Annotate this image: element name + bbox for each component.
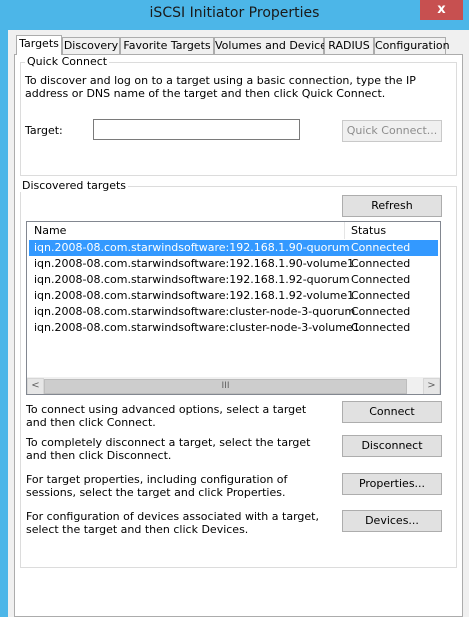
devices-description: For configuration of devices associated … bbox=[26, 510, 319, 536]
target-status: Connected bbox=[351, 321, 411, 334]
targets-list[interactable]: Name Status iqn.2008-08.com.starwindsoft… bbox=[26, 221, 441, 395]
quick-connect-button[interactable]: Quick Connect... bbox=[342, 120, 442, 142]
tab-discovery[interactable]: Discovery bbox=[62, 37, 120, 54]
column-header-status[interactable]: Status bbox=[351, 224, 386, 237]
column-separator[interactable] bbox=[344, 222, 345, 239]
close-button[interactable]: x bbox=[420, 0, 463, 20]
target-row[interactable]: iqn.2008-08.com.starwindsoftware:cluster… bbox=[29, 320, 438, 336]
target-row[interactable]: iqn.2008-08.com.starwindsoftware:192.168… bbox=[29, 272, 438, 288]
target-input[interactable] bbox=[93, 119, 300, 140]
target-name: iqn.2008-08.com.starwindsoftware:cluster… bbox=[34, 305, 356, 318]
close-icon: x bbox=[437, 2, 446, 17]
title-bar[interactable]: iSCSI Initiator Properties x bbox=[0, 0, 469, 30]
scroll-thumb[interactable]: III bbox=[44, 379, 407, 394]
column-header-name[interactable]: Name bbox=[34, 224, 66, 237]
discovered-targets-group-label: Discovered targets bbox=[20, 179, 129, 192]
scroll-right-icon[interactable]: > bbox=[423, 378, 440, 394]
target-name: iqn.2008-08.com.starwindsoftware:192.168… bbox=[34, 273, 350, 286]
tab-volumes-and-devices[interactable]: Volumes and Devices bbox=[214, 37, 333, 54]
target-status: Connected bbox=[351, 289, 411, 302]
tab-configuration[interactable]: Configuration bbox=[374, 37, 450, 54]
target-status: Connected bbox=[351, 273, 411, 286]
client-area: Targets Discovery Favorite Targets Volum… bbox=[8, 30, 469, 617]
target-name: iqn.2008-08.com.starwindsoftware:cluster… bbox=[34, 321, 360, 334]
disconnect-button[interactable]: Disconnect bbox=[342, 435, 442, 457]
dialog-window: iSCSI Initiator Properties x Targets Dis… bbox=[0, 0, 469, 617]
list-header: Name Status bbox=[27, 222, 440, 239]
quick-connect-group-label: Quick Connect bbox=[25, 55, 110, 68]
target-label: Target: bbox=[25, 124, 63, 137]
target-name: iqn.2008-08.com.starwindsoftware:192.168… bbox=[34, 289, 355, 302]
target-row[interactable]: iqn.2008-08.com.starwindsoftware:192.168… bbox=[29, 288, 438, 304]
properties-button[interactable]: Properties... bbox=[342, 473, 442, 495]
tab-favorite-targets[interactable]: Favorite Targets bbox=[120, 37, 214, 54]
quick-connect-description: To discover and log on to a target using… bbox=[25, 74, 416, 100]
devices-button[interactable]: Devices... bbox=[342, 510, 442, 532]
target-row[interactable]: iqn.2008-08.com.starwindsoftware:cluster… bbox=[29, 304, 438, 320]
target-row[interactable]: iqn.2008-08.com.starwindsoftware:192.168… bbox=[29, 256, 438, 272]
targets-tab-panel: Quick Connect To discover and log on to … bbox=[14, 54, 463, 617]
target-status: Connected bbox=[351, 257, 411, 270]
tab-targets[interactable]: Targets bbox=[16, 35, 62, 55]
target-name: iqn.2008-08.com.starwindsoftware:192.168… bbox=[34, 241, 350, 254]
refresh-button[interactable]: Refresh bbox=[342, 195, 442, 217]
target-status: Connected bbox=[351, 241, 411, 254]
properties-description: For target properties, including configu… bbox=[26, 473, 288, 499]
horizontal-scrollbar[interactable]: < III > bbox=[27, 377, 440, 394]
target-name: iqn.2008-08.com.starwindsoftware:192.168… bbox=[34, 257, 355, 270]
scroll-left-icon[interactable]: < bbox=[27, 378, 44, 394]
target-status: Connected bbox=[351, 305, 411, 318]
tab-radius[interactable]: RADIUS bbox=[324, 37, 374, 54]
connect-description: To connect using advanced options, selec… bbox=[26, 403, 307, 429]
window-title: iSCSI Initiator Properties bbox=[149, 5, 320, 21]
target-row[interactable]: iqn.2008-08.com.starwindsoftware:192.168… bbox=[29, 240, 438, 256]
connect-button[interactable]: Connect bbox=[342, 401, 442, 423]
disconnect-description: To completely disconnect a target, selec… bbox=[26, 436, 311, 462]
